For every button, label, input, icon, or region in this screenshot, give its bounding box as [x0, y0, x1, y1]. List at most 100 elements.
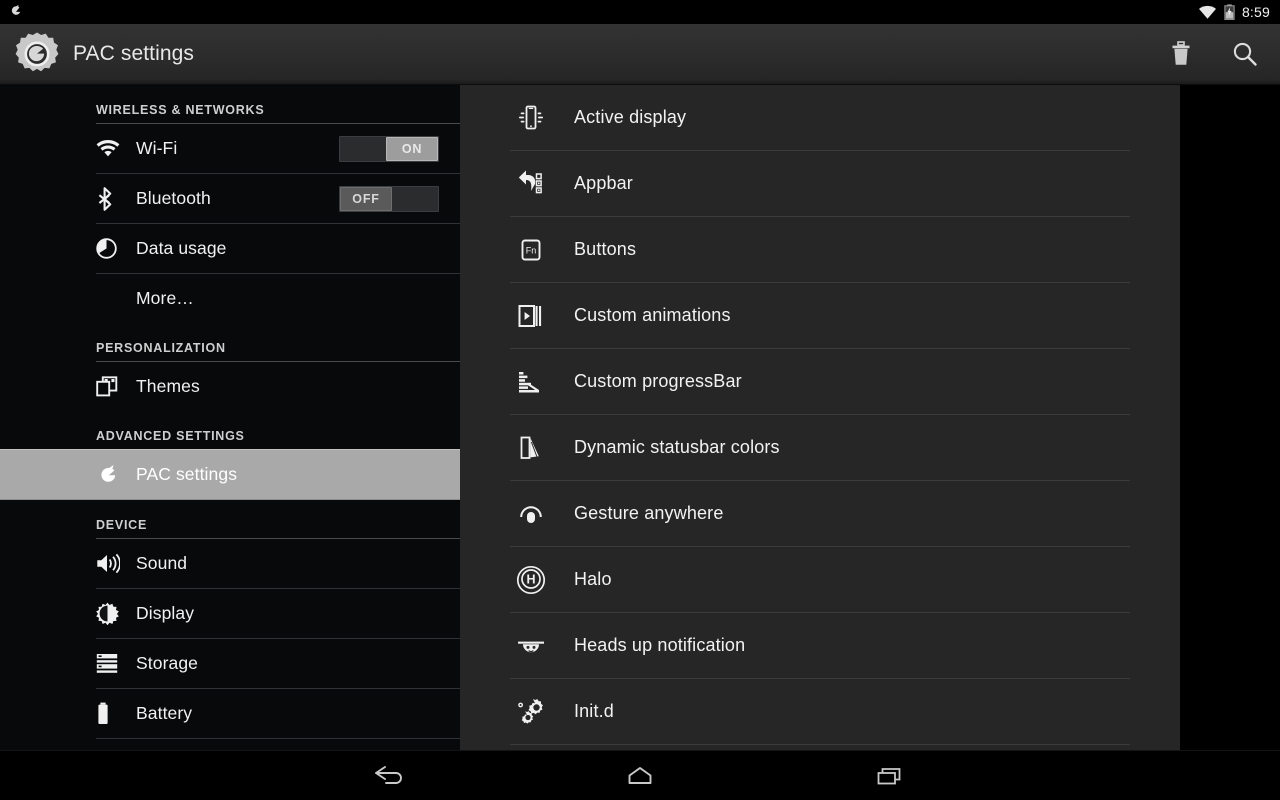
sidebar-item-sound[interactable]: Sound	[0, 539, 460, 588]
appbar-icon	[510, 169, 552, 199]
sidebar-item-label: Sound	[136, 553, 188, 573]
list-item-label: Custom animations	[574, 305, 731, 325]
list-item-buttons[interactable]: Fn Buttons	[460, 217, 1180, 282]
sidebar-item-wifi[interactable]: Wi-Fi ON	[0, 124, 460, 173]
list-item-active-display[interactable]: Active display	[460, 85, 1180, 150]
sidebar-item-label: Wi-Fi	[136, 138, 178, 158]
sidebar-item-label: Storage	[136, 653, 198, 673]
content-area: WIRELESS & NETWORKS Wi-Fi ON Bluetooth O…	[0, 85, 1280, 750]
progressbar-icon	[510, 368, 552, 396]
android-tablet-screen: 8:59 PAC settings WIRELESS & NETWORKS Wi…	[0, 0, 1280, 800]
list-item-gesture-anywhere[interactable]: Gesture anywhere	[460, 481, 1180, 546]
svg-text:Fn: Fn	[526, 245, 537, 255]
list-item-label: Init.d	[574, 701, 614, 721]
sidebar-item-themes[interactable]: Themes	[0, 362, 460, 411]
status-bar-notifications	[8, 4, 24, 20]
list-item-appbar[interactable]: Appbar	[460, 151, 1180, 216]
bluetooth-icon	[96, 186, 126, 211]
switch-thumb: OFF	[340, 186, 392, 211]
gears-icon	[510, 696, 552, 728]
wifi-toggle[interactable]: ON	[339, 135, 439, 162]
list-item-label: Active display	[574, 107, 687, 127]
back-arrow-icon	[373, 763, 407, 789]
switch-track: OFF	[339, 185, 439, 212]
sidebar-item-label: More…	[136, 288, 194, 308]
speaker-icon	[96, 553, 126, 574]
action-bar-actions	[1164, 34, 1262, 74]
list-item-label: Halo	[574, 569, 612, 589]
page-title: PAC settings	[73, 42, 195, 65]
sidebar-item-display[interactable]: Display	[0, 589, 460, 638]
sidebar-item-label: Display	[136, 603, 195, 623]
list-divider	[510, 744, 1130, 745]
system-navigation-bar	[0, 750, 1280, 800]
halo-icon: H	[510, 564, 552, 596]
settings-sidebar: WIRELESS & NETWORKS Wi-Fi ON Bluetooth O…	[0, 85, 460, 750]
back-button[interactable]	[360, 753, 420, 799]
settings-gear-pacman-icon	[14, 31, 60, 77]
list-item-heads-up-notification[interactable]: Heads up notification	[460, 613, 1180, 678]
svg-text:H: H	[526, 572, 535, 586]
gesture-icon	[510, 499, 552, 529]
search-action-button[interactable]	[1228, 34, 1262, 74]
sidebar-item-bluetooth[interactable]: Bluetooth OFF	[0, 174, 460, 223]
status-bar: 8:59	[0, 0, 1280, 24]
trash-icon	[1169, 41, 1193, 67]
delete-action-button[interactable]	[1164, 34, 1198, 74]
battery-charging-icon	[1224, 4, 1235, 20]
pacman-icon	[96, 462, 126, 487]
list-item-label: Gesture anywhere	[574, 503, 724, 523]
list-item-dynamic-statusbar-colors[interactable]: Dynamic statusbar colors	[460, 415, 1180, 480]
search-icon	[1231, 40, 1259, 68]
list-item-custom-animations[interactable]: Custom animations	[460, 283, 1180, 348]
sidebar-item-storage[interactable]: Storage	[0, 639, 460, 688]
pacman-icon	[8, 4, 24, 20]
list-item-label: Buttons	[574, 239, 637, 259]
sidebar-item-label: Battery	[136, 703, 193, 723]
list-item-init-d[interactable]: Init.d	[460, 679, 1180, 744]
recents-button[interactable]	[860, 753, 920, 799]
list-item-label: Appbar	[574, 173, 633, 193]
sidebar-list: WIRELESS & NETWORKS Wi-Fi ON Bluetooth O…	[0, 85, 460, 739]
color-swatch-icon	[510, 433, 552, 463]
status-bar-system-icons: 8:59	[1198, 4, 1270, 21]
list-divider	[96, 738, 460, 739]
switch-track: ON	[339, 135, 439, 162]
active-display-icon	[510, 103, 552, 133]
action-bar-title-group[interactable]: PAC settings	[14, 31, 1164, 77]
sidebar-item-more[interactable]: More…	[0, 274, 460, 323]
heads-up-icon	[510, 633, 552, 659]
sidebar-item-battery[interactable]: Battery	[0, 689, 460, 738]
switch-thumb: ON	[386, 136, 438, 161]
list-item-halo[interactable]: H Halo	[460, 547, 1180, 612]
list-item-custom-progressbar[interactable]: Custom progressBar	[460, 349, 1180, 414]
sidebar-section-header-advanced: ADVANCED SETTINGS	[96, 429, 245, 443]
status-bar-clock: 8:59	[1241, 3, 1270, 20]
pac-settings-list: Active display Appbar Fn Buttons Custom …	[460, 85, 1180, 750]
list-item-label: Dynamic statusbar colors	[574, 437, 780, 457]
storage-icon	[96, 653, 126, 674]
sidebar-item-pac-settings[interactable]: PAC settings	[0, 449, 460, 500]
sidebar-item-label: Themes	[136, 376, 200, 396]
list-item-label: Heads up notification	[574, 635, 746, 655]
wifi-icon	[1198, 5, 1217, 20]
recents-icon	[873, 763, 907, 789]
data-usage-icon	[96, 238, 126, 259]
brightness-icon	[96, 602, 126, 625]
sidebar-section-header-personalization: PERSONALIZATION	[96, 341, 226, 355]
home-icon	[623, 763, 657, 789]
wifi-icon	[96, 139, 126, 158]
themes-icon	[96, 376, 126, 397]
action-bar: PAC settings	[0, 24, 1280, 85]
sidebar-item-label: Bluetooth	[136, 188, 211, 208]
bluetooth-toggle[interactable]: OFF	[339, 185, 439, 212]
sidebar-item-data-usage[interactable]: Data usage	[0, 224, 460, 273]
sidebar-item-label: Data usage	[136, 238, 227, 258]
home-button[interactable]	[610, 753, 670, 799]
film-play-icon	[510, 301, 552, 331]
list-item-label: Custom progressBar	[574, 371, 742, 391]
sidebar-item-label: PAC settings	[136, 464, 238, 484]
fn-key-icon: Fn	[510, 235, 552, 265]
sidebar-section-header-wireless: WIRELESS & NETWORKS	[96, 103, 265, 117]
battery-icon	[96, 702, 126, 725]
